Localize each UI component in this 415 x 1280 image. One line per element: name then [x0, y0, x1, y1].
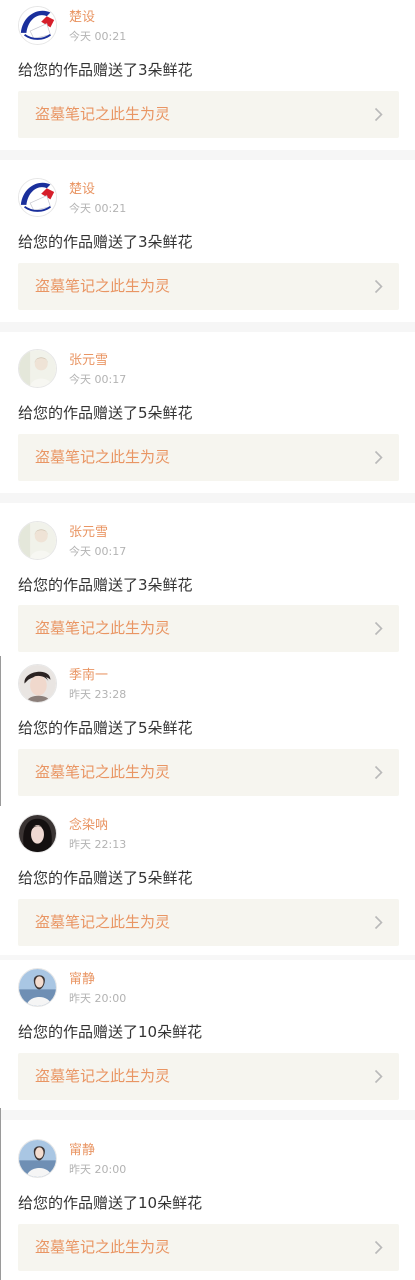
timestamp: 昨天 23:28 — [69, 688, 127, 701]
user-avatar[interactable] — [18, 349, 57, 388]
chevron-right-icon — [374, 621, 383, 636]
timestamp: 今天 00:21 — [69, 30, 127, 43]
user-avatar[interactable] — [18, 664, 57, 703]
gift-message: 给您的作品赠送了10朵鲜花 — [18, 1194, 203, 1212]
chevron-right-icon — [374, 1069, 383, 1084]
timestamp: 今天 00:17 — [69, 545, 127, 558]
user-name[interactable]: 张元雪 — [69, 525, 108, 541]
pale-portrait-avatar-image — [19, 350, 56, 387]
chevron-right-icon — [374, 450, 383, 465]
timestamp: 昨天 20:00 — [69, 992, 127, 1005]
flag-avatar-image — [19, 7, 56, 44]
user-avatar[interactable] — [18, 178, 57, 217]
gift-message: 给您的作品赠送了5朵鲜花 — [18, 719, 193, 737]
gift-message: 给您的作品赠送了3朵鲜花 — [18, 61, 193, 79]
sky-portrait-avatar-image — [19, 969, 56, 1006]
separator — [0, 1110, 415, 1120]
work-title: 盗墓笔记之此生为灵 — [35, 1238, 171, 1256]
work-title: 盗墓笔记之此生为灵 — [35, 763, 171, 781]
edge-line — [0, 1108, 1, 1280]
gift-message: 给您的作品赠送了3朵鲜花 — [18, 233, 193, 251]
user-avatar[interactable] — [18, 6, 57, 45]
work-title: 盗墓笔记之此生为灵 — [35, 448, 171, 466]
notification-feed: 楚设 今天 00:21 给您的作品赠送了3朵鲜花 盗墓笔记之此生为灵 楚设 今天… — [0, 0, 415, 1280]
timestamp: 昨天 22:13 — [69, 838, 127, 851]
chevron-right-icon — [374, 107, 383, 122]
user-name[interactable]: 张元雪 — [69, 353, 108, 369]
user-name[interactable]: 甯静 — [69, 1143, 95, 1159]
separator — [0, 955, 415, 960]
user-avatar[interactable] — [18, 1139, 57, 1178]
work-title: 盗墓笔记之此生为灵 — [35, 1067, 171, 1085]
work-link-card[interactable]: 盗墓笔记之此生为灵 — [18, 263, 399, 310]
notification-item: 张元雪 今天 00:17 给您的作品赠送了5朵鲜花 盗墓笔记之此生为灵 — [0, 343, 415, 493]
separator — [0, 322, 415, 332]
user-name[interactable]: 甯静 — [69, 972, 95, 988]
sky-portrait-avatar-image — [19, 1140, 56, 1177]
work-link-card[interactable]: 盗墓笔记之此生为灵 — [18, 605, 399, 652]
chevron-right-icon — [374, 765, 383, 780]
work-link-card[interactable]: 盗墓笔记之此生为灵 — [18, 899, 399, 946]
work-link-card[interactable]: 盗墓笔记之此生为灵 — [18, 91, 399, 138]
timestamp: 今天 00:17 — [69, 373, 127, 386]
separator — [0, 493, 415, 503]
boy-portrait-avatar-image — [19, 665, 56, 702]
notification-item: 季南一 昨天 23:28 给您的作品赠送了5朵鲜花 盗墓笔记之此生为灵 — [0, 658, 415, 803]
gift-message: 给您的作品赠送了3朵鲜花 — [18, 576, 193, 594]
notification-item: 甯静 昨天 20:00 给您的作品赠送了10朵鲜花 盗墓笔记之此生为灵 — [0, 1133, 415, 1280]
user-avatar[interactable] — [18, 521, 57, 560]
gift-message: 给您的作品赠送了5朵鲜花 — [18, 869, 193, 887]
user-name[interactable]: 季南一 — [69, 668, 108, 684]
work-link-card[interactable]: 盗墓笔记之此生为灵 — [18, 434, 399, 481]
timestamp: 今天 00:21 — [69, 202, 127, 215]
chevron-right-icon — [374, 279, 383, 294]
work-title: 盗墓笔记之此生为灵 — [35, 105, 171, 123]
flag-avatar-image — [19, 179, 56, 216]
work-link-card[interactable]: 盗墓笔记之此生为灵 — [18, 1224, 399, 1271]
user-avatar[interactable] — [18, 968, 57, 1007]
work-link-card[interactable]: 盗墓笔记之此生为灵 — [18, 1053, 399, 1100]
chevron-right-icon — [374, 1240, 383, 1255]
edge-line — [0, 656, 1, 806]
chevron-right-icon — [374, 915, 383, 930]
pale-portrait-avatar-image — [19, 522, 56, 559]
timestamp: 昨天 20:00 — [69, 1163, 127, 1176]
work-title: 盗墓笔记之此生为灵 — [35, 277, 171, 295]
notification-item: 甯静 昨天 20:00 给您的作品赠送了10朵鲜花 盗墓笔记之此生为灵 — [0, 962, 415, 1108]
user-name[interactable]: 楚设 — [69, 182, 95, 198]
notification-item: 楚设 今天 00:21 给您的作品赠送了3朵鲜花 盗墓笔记之此生为灵 — [0, 172, 415, 322]
gift-message: 给您的作品赠送了5朵鲜花 — [18, 404, 193, 422]
user-name[interactable]: 念染呐 — [69, 818, 108, 834]
separator — [0, 150, 415, 160]
gift-message: 给您的作品赠送了10朵鲜花 — [18, 1023, 203, 1041]
user-name[interactable]: 楚设 — [69, 10, 95, 26]
user-avatar[interactable] — [18, 814, 57, 853]
work-link-card[interactable]: 盗墓笔记之此生为灵 — [18, 749, 399, 796]
work-title: 盗墓笔记之此生为灵 — [35, 913, 171, 931]
notification-item: 张元雪 今天 00:17 给您的作品赠送了3朵鲜花 盗墓笔记之此生为灵 — [0, 515, 415, 655]
notification-item: 念染呐 昨天 22:13 给您的作品赠送了5朵鲜花 盗墓笔记之此生为灵 — [0, 808, 415, 953]
dark-hair-portrait-avatar-image — [19, 815, 56, 852]
notification-item: 楚设 今天 00:21 给您的作品赠送了3朵鲜花 盗墓笔记之此生为灵 — [0, 0, 415, 150]
work-title: 盗墓笔记之此生为灵 — [35, 619, 171, 637]
